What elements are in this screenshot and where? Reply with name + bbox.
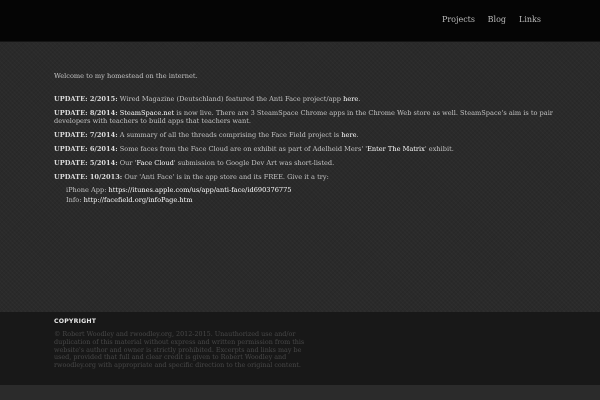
nav-item-links[interactable]: Links (519, 14, 541, 26)
update-item: UPDATE: 10/2013: Our 'Anti Face' is in t… (54, 173, 554, 181)
update-date: UPDATE: 5/2014: (54, 159, 118, 167)
wired-here-link[interactable]: here (343, 95, 358, 103)
update-date: UPDATE: 2/2015: (54, 95, 118, 103)
update-text: . (356, 131, 359, 139)
info-line: Info: http://facefield.org/infoPage.htm (66, 196, 193, 204)
intro-text: Welcome to my homestead on the internet. (54, 72, 198, 80)
update-item: UPDATE: 7/2014: A summary of all the thr… (54, 131, 554, 139)
update-item: UPDATE: 6/2014: Some faces from the Face… (54, 145, 554, 153)
update-date: UPDATE: 6/2014: (54, 145, 118, 153)
copyright-heading: COPYRIGHT (54, 318, 97, 325)
update-text: Our ' (117, 159, 137, 167)
steamspace-link[interactable]: SteamSpace.net (120, 109, 174, 117)
bottom-strip (0, 385, 600, 400)
iphone-app-label: iPhone App: (66, 186, 109, 194)
update-text: ' submission to Google Dev Art was short… (173, 159, 335, 167)
page: Projects Blog Links Welcome to my homest… (0, 0, 600, 400)
update-text: . (358, 95, 361, 103)
update-text: ' exhibit. (424, 145, 454, 153)
footer: COPYRIGHT © Robert Woodley and rwoodley.… (0, 312, 600, 385)
face-cloud-link[interactable]: Face Cloud (136, 159, 173, 167)
update-item: UPDATE: 8/2014: SteamSpace.net is now li… (54, 109, 554, 126)
face-field-summary-link[interactable]: here (341, 131, 356, 139)
nav-item-projects[interactable]: Projects (442, 14, 475, 26)
update-text: Wired Magazine (Deutschland) featured th… (117, 95, 344, 103)
info-label: Info: (66, 196, 84, 204)
update-item: UPDATE: 2/2015: Wired Magazine (Deutschl… (54, 95, 554, 103)
enter-the-matrix-link[interactable]: Enter The Matrix (367, 145, 425, 153)
update-text: Our 'Anti Face' is in the app store and … (122, 173, 329, 181)
update-date: UPDATE: 10/2013: (54, 173, 123, 181)
copyright-text: © Robert Woodley and rwoodley.org, 2012-… (54, 330, 305, 370)
update-date: UPDATE: 7/2014: (54, 131, 118, 139)
update-item: UPDATE: 5/2014: Our 'Face Cloud' submiss… (54, 159, 554, 167)
update-date: UPDATE: 8/2014: (54, 109, 118, 117)
main-content-area: Welcome to my homestead on the internet.… (0, 42, 600, 312)
info-page-link[interactable]: http://facefield.org/infoPage.htm (84, 196, 193, 204)
update-text: Some faces from the Face Cloud are on ex… (117, 145, 368, 153)
update-text: A summary of all the threads comprising … (117, 131, 342, 139)
nav-item-blog[interactable]: Blog (488, 14, 506, 26)
top-navigation-bar: Projects Blog Links (0, 0, 600, 42)
iphone-app-link[interactable]: https://itunes.apple.com/us/app/anti-fac… (109, 186, 292, 194)
iphone-app-line: iPhone App: https://itunes.apple.com/us/… (66, 186, 291, 194)
